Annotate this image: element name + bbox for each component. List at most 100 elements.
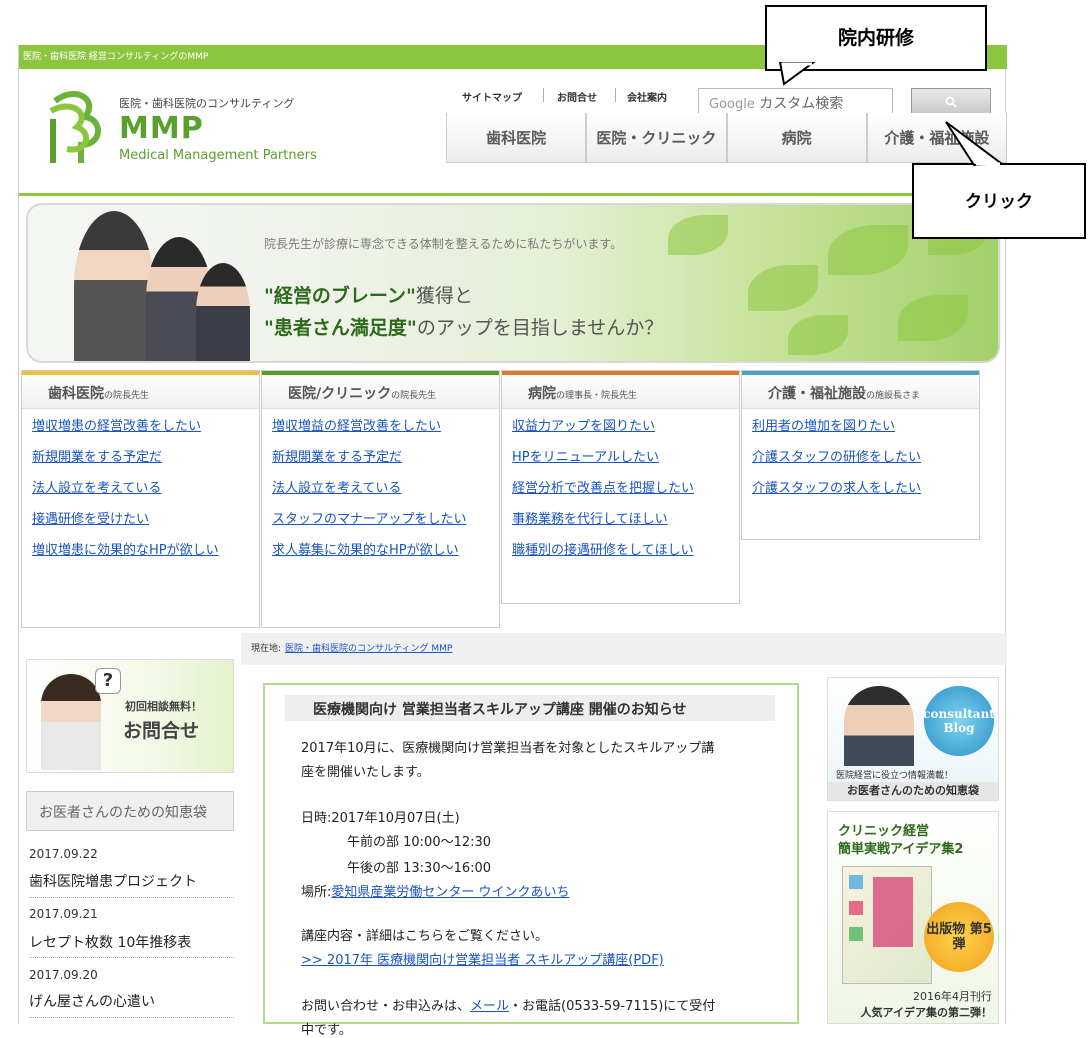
category-link[interactable]: 増収増益の経営改善をしたい <box>272 419 489 435</box>
logo-name[interactable]: MMP <box>119 111 204 146</box>
article-place: 場所:愛知県産業労働センター ウインクあいち <box>301 885 570 900</box>
breadcrumb-label: 現在地: <box>251 644 282 654</box>
category-link[interactable]: 経営分析で改善点を把握したい <box>512 481 729 497</box>
contact-banner-title: お問合せ <box>123 720 200 742</box>
company-link[interactable]: 会社案内 <box>627 89 667 104</box>
category-link[interactable]: 増収増患の経営改善をしたい <box>32 419 249 435</box>
hero-banner: 院長先生が診療に専念できる体制を整えるために私たちがいます。 "経営のブレーン"… <box>26 203 1000 363</box>
callout-click: クリック <box>912 163 1086 239</box>
news-date: 2017.09.22 <box>29 847 98 861</box>
category-link[interactable]: 介護スタッフの求人をしたい <box>752 481 969 497</box>
click-pointer <box>945 121 1004 167</box>
article-intro: 2017年10月に、医療機関向け営業担当者を対象としたスキルアップ講 <box>301 741 715 756</box>
tab-dental[interactable]: 歯科医院 <box>446 113 587 163</box>
category-heading: 病院の理事長・院長先生 <box>502 371 739 409</box>
article-date: 日時:2017年10月07日(土) <box>301 811 460 826</box>
article-detail: 講座内容・詳細はこちらをご覧ください。 <box>301 929 549 944</box>
leaf-decoration <box>668 215 728 255</box>
blog-banner[interactable]: consultant Blog 医院経営に役立つ情報満載！ お医者さんのための知… <box>827 677 999 801</box>
search-button[interactable] <box>911 88 991 116</box>
tab-clinic[interactable]: 医院・クリニック <box>586 113 727 163</box>
book-cover-tile <box>849 927 863 941</box>
category-link[interactable]: 収益力アップを図りたい <box>512 419 729 435</box>
book-cover-tile <box>849 901 863 915</box>
hero-headline-1: "経営のブレーン"獲得と <box>264 285 473 307</box>
leaf-decoration <box>828 225 908 275</box>
breadcrumb-link[interactable]: 医院・歯科医院のコンサルティング MMP <box>285 644 452 654</box>
category-link[interactable]: 事務業務を代行してほしい <box>512 512 729 528</box>
book-cover <box>842 866 932 984</box>
article-afternoon: 午後の部 13:30〜16:00 <box>347 861 492 876</box>
article-box: 医療機関向け 営業担当者スキルアップ講座 開催のお知らせ 2017年10月に、医… <box>263 683 799 1038</box>
pdf-link[interactable]: >> 2017年 医療機関向け営業担当者 スキルアップ講座(PDF) <box>301 953 664 968</box>
category-link[interactable]: スタッフのマナーアップをしたい <box>272 512 489 528</box>
tab-hospital[interactable]: 病院 <box>726 113 867 163</box>
callout-pointer <box>778 62 816 86</box>
article-contact-tail: 中です。 <box>301 1023 352 1038</box>
article-title: 医療機関向け 営業担当者スキルアップ講座 開催のお知らせ <box>285 695 775 721</box>
logo-english: Medical Management Partners <box>119 148 317 163</box>
category-dental: 歯科医院の院長先生 増収増患の経営改善をしたい 新規開業をする予定だ 法人設立を… <box>21 370 260 628</box>
publication-stamp: 出版物 第5弾 <box>924 902 994 972</box>
book-date: 2016年4月刊行 <box>913 990 992 1003</box>
leaf-decoration <box>898 295 968 341</box>
contact-banner-subtitle: 初回相談無料！ <box>125 700 202 713</box>
breadcrumb: 現在地: 医院・歯科医院のコンサルティング MMP <box>241 633 1007 665</box>
article-contact: お問い合わせ・お申込みは、メール・お電話(0533-59-7115)にて受付 <box>301 999 716 1014</box>
category-link[interactable]: 職種別の接遇研修をしてほしい <box>512 543 729 559</box>
mail-link[interactable]: メール <box>470 999 509 1014</box>
sitemap-link[interactable]: サイトマップ <box>462 89 522 104</box>
blog-caption: 医院経営に役立つ情報満載！ <box>836 771 954 781</box>
hero-tagline: 院長先生が診療に専念できる体制を整えるために私たちがいます。 <box>264 237 623 251</box>
news-divider <box>29 1017 234 1018</box>
category-link[interactable]: 法人設立を考えている <box>272 481 489 497</box>
search-placeholder: カスタム検索 <box>759 96 844 112</box>
news-title[interactable]: 歯科医院増患プロジェクト <box>29 871 197 891</box>
category-link[interactable]: 介護スタッフの研修をしたい <box>752 450 969 466</box>
category-heading: 歯科医院の院長先生 <box>22 371 259 409</box>
news-date: 2017.09.20 <box>29 968 98 982</box>
category-link[interactable]: HPをリニューアルしたい <box>512 450 729 466</box>
article-pdf: >> 2017年 医療機関向け営業担当者 スキルアップ講座(PDF) <box>301 949 664 968</box>
category-link[interactable]: 新規開業をする予定だ <box>272 450 489 466</box>
leaf-decoration <box>788 315 848 355</box>
book-cover-spine <box>873 877 913 947</box>
category-care: 介護・福祉施設の施設長さま 利用者の増加を図りたい 介護スタッフの研修をしたい … <box>741 370 980 540</box>
category-heading: 医院/クリニックの院長先生 <box>262 371 499 409</box>
article-morning: 午前の部 10:00〜12:30 <box>347 835 492 850</box>
consultant-photo <box>41 674 101 770</box>
category-link[interactable]: 求人募集に効果的なHPが欲しい <box>272 543 472 559</box>
news-date: 2017.09.21 <box>29 907 98 921</box>
news-title[interactable]: レセプト枚数 10年推移表 <box>29 932 191 952</box>
book-tagline: 人気アイデア集の第二弾！ <box>860 1006 992 1019</box>
leaf-decoration <box>748 265 818 311</box>
hero-headline-2: "患者さん満足度"のアップを目指しませんか？ <box>264 317 664 339</box>
book-title-1: クリニック経営 <box>838 824 930 839</box>
page-frame: 医院・歯科医院 経営コンサルティングのMMP 医院・歯科医院のコンサルティング … <box>18 45 1007 1038</box>
main-nav: 歯科医院 医院・クリニック 病院 介護・福祉施設 <box>446 113 1007 163</box>
category-link[interactable]: 利用者の増加を図りたい <box>752 419 969 435</box>
category-link[interactable]: 法人設立を考えている <box>32 481 249 497</box>
question-icon: ? <box>95 668 121 694</box>
news-title[interactable]: げん屋さんの心遣い <box>29 991 155 1011</box>
search-icon <box>945 96 957 108</box>
contact-link[interactable]: お問合せ <box>557 89 597 104</box>
place-link[interactable]: 愛知県産業労働センター ウインクあいち <box>331 885 569 900</box>
contact-banner[interactable]: ? 初回相談無料！ お問合せ <box>26 659 234 773</box>
chie-heading: お医者さんのための知恵袋 <box>26 791 234 831</box>
search-input[interactable]: Google カスタム検索 <box>698 88 893 116</box>
blog-footer: お医者さんのための知恵袋 <box>828 782 998 800</box>
book-cover-tile <box>849 875 863 889</box>
book-title-2: 簡単実戦アイデア集2 <box>838 842 964 857</box>
category-heading: 介護・福祉施設の施設長さま <box>742 371 979 409</box>
consultant-photo <box>844 686 914 766</box>
staff-photo <box>74 211 154 361</box>
news-divider <box>29 957 234 958</box>
article-intro: 座を開催いたします。 <box>301 765 430 780</box>
category-link[interactable]: 接遇研修を受けたい <box>32 512 249 528</box>
category-link[interactable]: 増収増患に効果的なHPが欲しい <box>32 543 232 559</box>
utility-divider <box>615 88 616 102</box>
blog-badge: consultant Blog <box>923 686 995 756</box>
category-link[interactable]: 新規開業をする予定だ <box>32 450 249 466</box>
book-banner[interactable]: クリニック経営 簡単実戦アイデア集2 出版物 第5弾 2016年4月刊行 人気ア… <box>827 811 999 1024</box>
